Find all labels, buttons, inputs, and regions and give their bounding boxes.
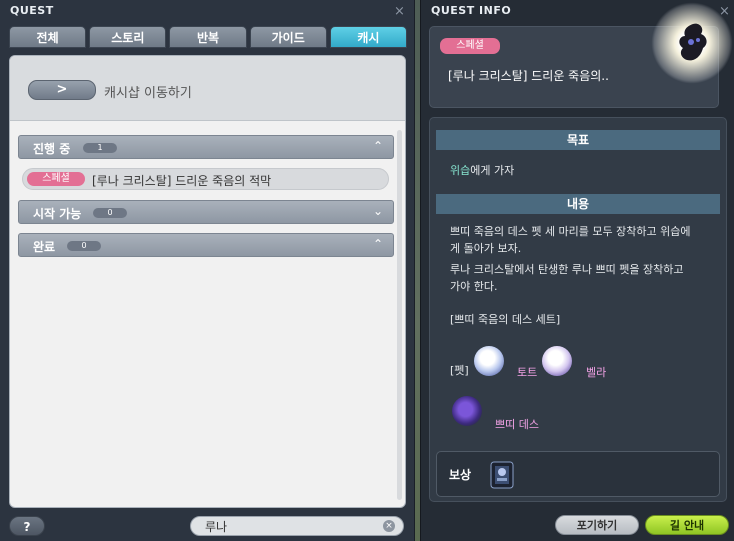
goal-target-link[interactable]: 위습 <box>450 164 470 177</box>
goto-cash-shop-label: 캐시샵 이동하기 <box>104 86 192 101</box>
cash-shop-header: > 캐시샵 이동하기 <box>10 56 405 121</box>
content-line: 쁘띠 죽음의 데스 펫 세 마리를 모두 장착하고 위습에 <box>450 225 691 238</box>
section-in-progress[interactable]: 진행 중 1 ⌃ <box>18 135 394 159</box>
pet-petit-death-icon[interactable] <box>452 396 482 426</box>
special-badge: 스페셜 <box>27 172 85 186</box>
tab-cash[interactable]: 캐시 <box>329 26 408 48</box>
quest-list-panel: > 캐시샵 이동하기 진행 중 1 ⌃ 스페셜 [루나 크리스탈] 드리운 죽음… <box>9 55 406 508</box>
goal-text-rest: 에게 가자 <box>470 164 515 177</box>
goal-text: 위습에게 가자 <box>450 162 514 179</box>
chevron-down-icon[interactable]: ⌄ <box>373 204 383 218</box>
section-title: 진행 중 <box>33 142 71 156</box>
goal-header: 목표 <box>436 130 720 150</box>
quest-info-title: QUEST INFO <box>431 4 512 17</box>
navigate-button[interactable]: 길 안내 <box>645 515 729 535</box>
section-title: 완료 <box>33 240 56 254</box>
search-input[interactable] <box>205 518 365 534</box>
quest-name: [루나 크리스탈] 드리운 죽음의 적막 <box>92 174 272 188</box>
content-line: 게 돌아가 보자. <box>450 242 522 255</box>
special-badge: 스페셜 <box>440 38 500 54</box>
section-available[interactable]: 시작 가능 0 ⌄ <box>18 200 394 224</box>
count-badge: 0 <box>67 241 101 251</box>
quest-info-window: QUEST INFO × 스페셜 [루나 크리스탈] 드리운 죽음의.. 목표 … <box>420 0 734 541</box>
clear-icon[interactable]: × <box>383 520 395 532</box>
scrollbar[interactable] <box>397 130 402 500</box>
quest-tabs: 전체 스토리 반복 가이드 캐시 <box>9 26 408 48</box>
pet-name: 벨라 <box>586 366 607 379</box>
quest-list-item[interactable]: 스페셜 [루나 크리스탈] 드리운 죽음의 적막 <box>22 168 389 190</box>
count-badge: 0 <box>93 208 127 218</box>
close-icon[interactable]: × <box>394 5 405 18</box>
content-line: 루나 크리스탈에서 탄생한 루나 쁘띠 펫을 장착하고 <box>450 263 684 276</box>
quest-window: QUEST × 전체 스토리 반복 가이드 캐시 > 캐시샵 이동하기 진행 중… <box>0 0 415 541</box>
content-line: 가야 한다. <box>450 280 498 293</box>
reward-box: 보상 <box>436 451 720 497</box>
tab-all[interactable]: 전체 <box>9 26 87 48</box>
count-badge: 1 <box>83 143 117 153</box>
chevron-up-icon[interactable]: ⌃ <box>373 139 383 153</box>
section-completed[interactable]: 완료 0 ⌃ <box>18 233 394 257</box>
tab-repeat[interactable]: 반복 <box>169 26 247 48</box>
help-button[interactable]: ? <box>9 516 45 536</box>
pet-name: 토트 <box>517 366 538 379</box>
quest-window-title: QUEST <box>10 4 54 17</box>
goto-cash-shop-button[interactable]: > <box>28 80 96 100</box>
quest-info-name: [루나 크리스탈] 드리운 죽음의.. <box>448 69 609 83</box>
set-label: [쁘띠 죽음의 데스 세트] <box>450 313 561 326</box>
section-title: 시작 가능 <box>33 207 82 221</box>
search-box: × <box>190 516 404 536</box>
quest-info-body: 목표 위습에게 가자 내용 쁘띠 죽음의 데스 펫 세 마리를 모두 장착하고 … <box>429 117 727 502</box>
tab-story[interactable]: 스토리 <box>89 26 167 48</box>
quest-npc-icon <box>651 2 733 84</box>
pet-bella-icon[interactable] <box>542 346 572 376</box>
reward-item-icon[interactable] <box>485 458 519 492</box>
pet-prefix: [펫] <box>450 364 469 377</box>
give-up-button[interactable]: 포기하기 <box>555 515 639 535</box>
pet-name: 쁘띠 데스 <box>495 418 539 431</box>
reward-label: 보상 <box>449 468 472 482</box>
content-header: 내용 <box>436 194 720 214</box>
quest-bottom-bar: ? × <box>0 512 414 541</box>
tab-guide[interactable]: 가이드 <box>249 26 327 48</box>
pet-tot-icon[interactable] <box>474 346 504 376</box>
chevron-up-icon[interactable]: ⌃ <box>373 237 383 251</box>
